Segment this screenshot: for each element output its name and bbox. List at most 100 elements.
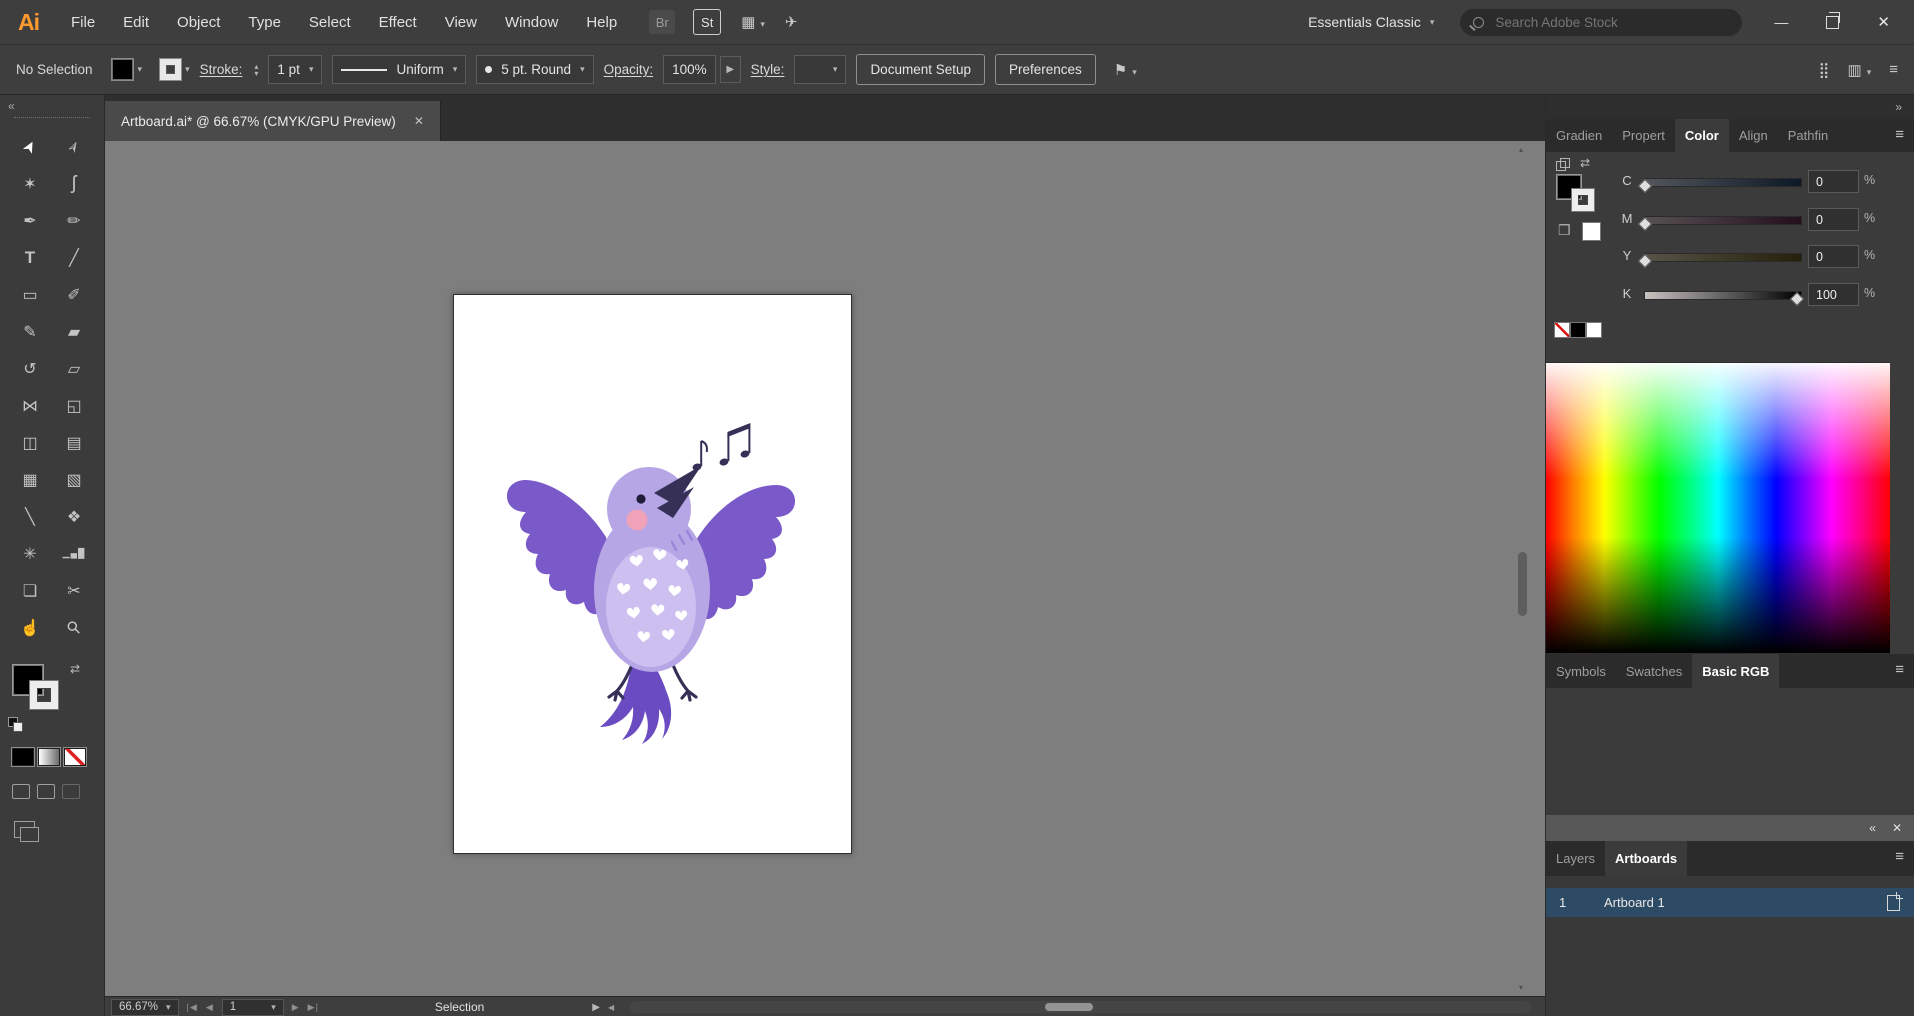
expand-panels-icon[interactable]: » — [1895, 100, 1902, 114]
horizontal-scroll-thumb[interactable] — [1045, 1003, 1093, 1011]
opacity-value-field[interactable]: 100% — [663, 55, 716, 84]
menu-help[interactable]: Help — [572, 14, 631, 31]
stroke-proxy[interactable] — [30, 681, 58, 709]
zoom-tool[interactable]: ⚲ — [52, 609, 96, 646]
share-plane-icon[interactable]: ✈ — [785, 13, 798, 31]
stroke-weight-dropdown[interactable]: 1 pt ▾ — [268, 55, 322, 84]
zoom-level-dropdown[interactable]: 66.67% ▾ — [111, 999, 179, 1016]
black-swatch[interactable] — [1570, 322, 1586, 338]
default-fill-stroke-icon[interactable] — [8, 717, 23, 732]
color-spectrum[interactable] — [1546, 362, 1890, 654]
adobe-stock-search[interactable] — [1460, 9, 1742, 36]
workspace-grid-icon[interactable]: ▦▾ — [741, 13, 765, 31]
artboard-navigation-dropdown[interactable]: 1 ▾ — [222, 999, 284, 1016]
last-artboard-icon[interactable]: ▶| — [308, 1002, 319, 1013]
yellow-slider[interactable] — [1644, 253, 1802, 262]
rotate-tool[interactable]: ↺ — [8, 350, 52, 387]
menu-file[interactable]: File — [57, 14, 109, 31]
scroll-down-icon[interactable]: ▾ — [1519, 983, 1523, 992]
tab-properties[interactable]: Propert — [1612, 119, 1675, 152]
black-slider[interactable] — [1644, 291, 1802, 300]
tab-align[interactable]: Align — [1729, 119, 1778, 152]
lasso-tool[interactable]: ʃ — [52, 165, 96, 202]
line-segment-tool[interactable]: ╱ — [52, 239, 96, 276]
status-flyout-icon[interactable]: ▶ — [592, 1002, 600, 1013]
panel-menu-icon[interactable]: ≡ — [1895, 126, 1904, 143]
step-down-icon[interactable]: ▾ — [254, 70, 258, 77]
mesh-tool[interactable]: ▦ — [8, 461, 52, 498]
tab-gradient[interactable]: Gradien — [1546, 119, 1612, 152]
artboard-row[interactable]: 1 Artboard 1 — [1546, 888, 1914, 917]
perspective-grid-tool[interactable]: ▤ — [52, 424, 96, 461]
bridge-badge[interactable]: Br — [649, 10, 675, 34]
previous-artboard-icon[interactable]: ◀ — [206, 1002, 214, 1013]
menu-effect[interactable]: Effect — [365, 14, 431, 31]
stroke-panel-link[interactable]: Stroke: — [200, 62, 243, 77]
stroke-weight-stepper[interactable]: ▴ ▾ — [254, 63, 258, 77]
menu-select[interactable]: Select — [295, 14, 365, 31]
menu-view[interactable]: View — [431, 14, 491, 31]
close-panel-icon[interactable]: ✕ — [1892, 821, 1902, 835]
type-tool[interactable]: T — [8, 239, 52, 276]
minimize-button[interactable]: — — [1774, 14, 1788, 30]
column-graph-tool[interactable]: ▁▄█ — [52, 535, 96, 572]
color-button[interactable] — [12, 748, 34, 766]
cyan-slider[interactable] — [1644, 178, 1802, 187]
stock-badge[interactable]: St — [693, 9, 721, 35]
rectangle-tool[interactable]: ▭ — [8, 276, 52, 313]
draw-behind-icon[interactable] — [37, 784, 55, 799]
width-profile-dropdown[interactable]: Uniform ▾ — [332, 55, 466, 84]
style-dropdown[interactable]: ▾ — [794, 55, 846, 84]
opacity-flyout-arrow[interactable]: ▶ — [720, 56, 741, 83]
stroke-swatch[interactable] — [160, 59, 181, 80]
width-tool[interactable]: ⋈ — [8, 387, 52, 424]
tab-pathfinder[interactable]: Pathfin — [1778, 119, 1838, 152]
magenta-slider[interactable] — [1644, 216, 1802, 225]
first-artboard-icon[interactable]: |◀ — [187, 1002, 198, 1013]
slice-tool[interactable]: ✂ — [52, 572, 96, 609]
magenta-value-field[interactable]: 0 — [1808, 208, 1859, 231]
canvas[interactable]: ▴ ▾ — [105, 141, 1545, 996]
arrange-documents-icon[interactable]: ▥▾ — [1848, 61, 1872, 79]
vertical-scrollbar[interactable]: ▴ ▾ — [1516, 145, 1529, 992]
dots-grid-icon[interactable]: ⣿ — [1819, 61, 1830, 79]
tab-swatches[interactable]: Swatches — [1616, 654, 1692, 688]
white-swatch[interactable] — [1586, 322, 1602, 338]
stroke-color-picker[interactable]: ▾ — [160, 59, 190, 80]
draw-normal-icon[interactable] — [12, 784, 30, 799]
document-tab[interactable]: Artboard.ai* @ 66.67% (CMYK/GPU Preview)… — [105, 101, 441, 141]
yellow-value-field[interactable]: 0 — [1808, 245, 1859, 268]
opacity-panel-link[interactable]: Opacity: — [604, 62, 654, 77]
scroll-up-icon[interactable]: ▴ — [1519, 145, 1523, 154]
bird-artwork[interactable] — [454, 295, 851, 853]
artboard-tool[interactable]: ❏ — [8, 572, 52, 609]
close-button[interactable]: ✕ — [1877, 13, 1890, 31]
workspace-switcher[interactable]: Essentials Classic ▾ — [1308, 14, 1434, 30]
tab-layers[interactable]: Layers — [1546, 841, 1605, 876]
close-tab-icon[interactable]: ✕ — [414, 114, 424, 128]
toolbar-grip[interactable] — [14, 117, 90, 120]
tab-basic-rgb[interactable]: Basic RGB — [1692, 654, 1779, 688]
swap-fill-stroke-icon[interactable]: ⇄ — [1580, 156, 1590, 170]
curvature-tool[interactable]: ✏ — [52, 202, 96, 239]
scale-tool[interactable]: ▱ — [52, 350, 96, 387]
style-panel-link[interactable]: Style: — [751, 62, 785, 77]
paintbrush-tool[interactable]: ✐ — [52, 276, 96, 313]
panel-menu-icon[interactable]: ≡ — [1895, 848, 1904, 865]
fill-swatch[interactable] — [111, 58, 134, 81]
collapse-panel-icon[interactable]: « — [1869, 821, 1876, 835]
swap-fill-stroke-icon[interactable]: ⇄ — [70, 662, 80, 676]
next-artboard-icon[interactable]: ▶ — [292, 1002, 300, 1013]
menu-object[interactable]: Object — [163, 14, 234, 31]
shape-builder-tool[interactable]: ◫ — [8, 424, 52, 461]
menu-window[interactable]: Window — [491, 14, 572, 31]
direct-selection-tool[interactable]: ➢ — [52, 128, 96, 165]
blend-tool[interactable]: ❖ — [52, 498, 96, 535]
symbol-sprayer-tool[interactable]: ✳ — [8, 535, 52, 572]
free-transform-tool[interactable]: ◱ — [52, 387, 96, 424]
toolbar-collapse-icon[interactable]: « — [0, 95, 104, 113]
touch-workspace-icon[interactable]: ⚑▾ — [1114, 61, 1137, 79]
none-swatch[interactable] — [1554, 322, 1570, 338]
artboard-name[interactable]: Artboard 1 — [1604, 895, 1914, 910]
scroll-left-icon[interactable]: ◀ — [608, 1003, 614, 1012]
